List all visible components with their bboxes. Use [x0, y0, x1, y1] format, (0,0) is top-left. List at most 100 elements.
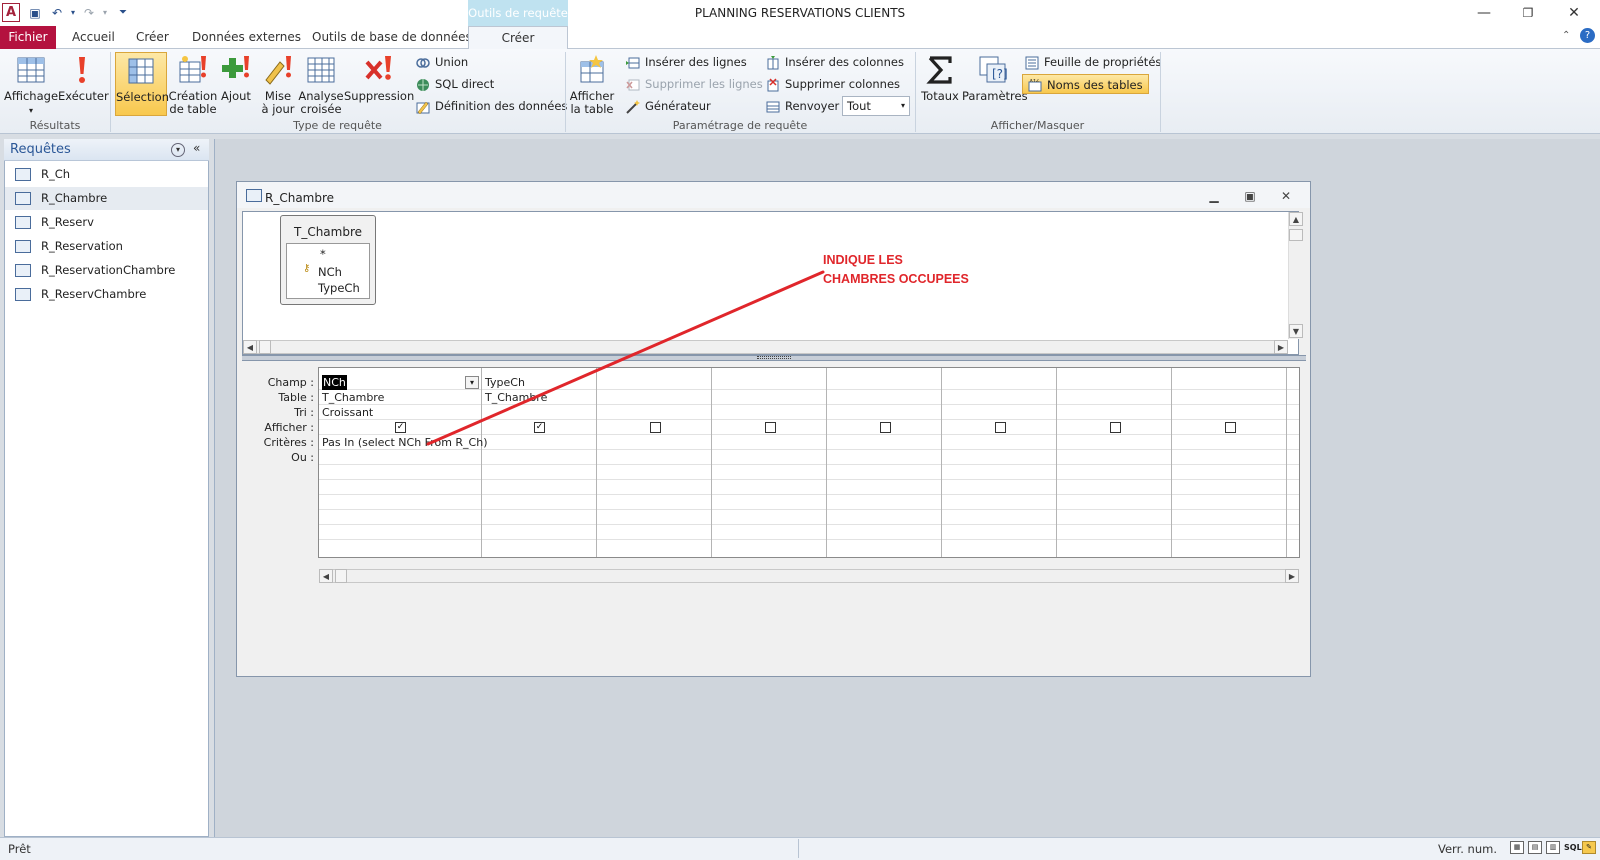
definition-donnees-button[interactable]: Définition des données [416, 96, 567, 116]
selection-button[interactable]: Sélection [115, 52, 169, 116]
renvoyer-control: Renvoyer : [766, 96, 847, 116]
insert-rows-icon [626, 57, 640, 68]
grid-checkbox-afficher-2[interactable]: ✓ [534, 422, 545, 433]
hscroll-thumb[interactable] [259, 340, 271, 354]
inserer-lignes-button[interactable]: Insérer des lignes [626, 52, 747, 72]
restore-button[interactable]: ❐ [1510, 2, 1546, 24]
redo-dropdown-icon[interactable]: ▾ [96, 4, 114, 22]
return-icon [766, 101, 780, 112]
pivotchart-view-status-icon[interactable]: ▥ [1546, 841, 1560, 854]
grid-checkbox-afficher-4[interactable] [765, 422, 776, 433]
nav-item-r-reservationchambre[interactable]: R_ReservationChambre [5, 259, 208, 282]
executer-button[interactable]: Exécuter [58, 52, 109, 116]
data-definition-icon [416, 101, 430, 114]
renvoyer-select[interactable]: Tout ▾ [842, 96, 910, 116]
query-restore-button[interactable]: ▣ [1238, 188, 1262, 204]
feuille-proprietes-button[interactable]: Feuille de propriétés [1025, 52, 1161, 72]
nav-item-r-reservation[interactable]: R_Reservation [5, 235, 208, 258]
pivottable-view-status-icon[interactable]: ▤ [1528, 841, 1542, 854]
field-all[interactable]: * [320, 247, 326, 261]
grid-checkbox-afficher-7[interactable] [1110, 422, 1121, 433]
grid-checkbox-afficher-8[interactable] [1225, 422, 1236, 433]
close-button[interactable]: ✕ [1556, 2, 1592, 24]
grid-cell-table-2[interactable]: T_Chambre [485, 390, 547, 405]
mise-a-jour-button[interactable]: Mise à jour [258, 52, 298, 116]
nav-title[interactable]: Requêtes [10, 142, 71, 157]
minimize-button[interactable]: — [1466, 2, 1502, 24]
sql-direct-button[interactable]: SQL direct [416, 74, 494, 94]
grid-scroll-left-icon[interactable]: ◀ [319, 569, 333, 583]
grid-cell-table-1[interactable]: T_Chambre [322, 390, 384, 405]
save-icon[interactable]: ▣ [26, 4, 44, 22]
grid-cell-criteres-1[interactable]: Pas In (select NCh From R_Ch) [322, 435, 488, 450]
tab-fichier[interactable]: Fichier [0, 26, 56, 49]
field-nch[interactable]: NCh [318, 265, 342, 279]
noms-tables-button[interactable]: XYZ Noms des tables [1022, 74, 1149, 94]
champ-dropdown-icon[interactable]: ▾ [465, 376, 479, 389]
ajout-button[interactable]: Ajout [218, 52, 254, 116]
group-separator [1160, 52, 1161, 132]
parametres-button[interactable]: [?] Paramètres [962, 52, 1028, 116]
splitter-grip-icon[interactable] [757, 356, 791, 359]
access-app-icon[interactable]: A [2, 3, 20, 22]
help-icon[interactable]: ? [1580, 28, 1595, 43]
nav-item-r-reservchambre[interactable]: R_ReservChambre [5, 283, 208, 306]
nav-item-label: R_ReservChambre [41, 287, 147, 301]
tab-creer[interactable]: Créer [128, 26, 177, 49]
scroll-left-icon[interactable]: ◀ [243, 340, 257, 354]
scroll-thumb[interactable] [1289, 229, 1303, 241]
field-typech[interactable]: TypeCh [318, 281, 360, 295]
totaux-button[interactable]: Totaux [918, 52, 962, 116]
customize-qat-icon[interactable]: ⏷ [114, 4, 132, 22]
grid-cell-champ-1[interactable]: NCh [322, 375, 347, 390]
grid-checkbox-afficher-6[interactable] [995, 422, 1006, 433]
analyse-croisee-button[interactable]: Analyse croisée [298, 52, 344, 116]
query-minimize-button[interactable]: ▁ [1202, 188, 1226, 204]
grid-cell-tri-1[interactable]: Croissant [322, 405, 373, 420]
query-close-button[interactable]: ✕ [1274, 188, 1298, 204]
tab-creer-contextual[interactable]: Créer [468, 26, 568, 50]
grid-checkbox-afficher-3[interactable] [650, 422, 661, 433]
query-icon [246, 189, 262, 202]
supprimer-lignes-button[interactable]: Supprimer les lignes [626, 74, 763, 94]
generateur-button[interactable]: Générateur [626, 96, 711, 116]
grid-scroll-right-icon[interactable]: ▶ [1285, 569, 1299, 583]
property-sheet-icon [1025, 56, 1039, 69]
grid-cell-champ-2[interactable]: TypeCh [485, 375, 525, 390]
union-button[interactable]: Union [416, 52, 468, 72]
scroll-up-icon[interactable]: ▲ [1289, 212, 1303, 226]
minimize-ribbon-icon[interactable]: ⌃ [1562, 30, 1570, 41]
design-view-status-icon[interactable]: ✎ [1582, 841, 1596, 854]
design-grid[interactable] [318, 367, 1300, 558]
datasheet-view-status-icon[interactable]: ▦ [1510, 841, 1524, 854]
sql-view-status-icon[interactable]: SQL [1564, 843, 1582, 852]
grid-row-line [319, 419, 1299, 420]
grid-hscroll[interactable] [319, 569, 1299, 583]
creation-table-button[interactable]: Création de table [168, 52, 218, 116]
afficher-table-button[interactable]: Afficher la table [568, 52, 616, 116]
nav-collapse-icon[interactable]: « [193, 141, 200, 155]
inserer-colonnes-button[interactable]: Insérer des colonnes [766, 52, 904, 72]
grid-col-line [481, 368, 482, 557]
grid-checkbox-afficher-5[interactable] [880, 422, 891, 433]
table-pane-hscroll[interactable] [243, 340, 1288, 354]
grid-checkbox-afficher-1[interactable]: ✓ [395, 422, 406, 433]
nav-item-r-chambre[interactable]: R_Chambre [5, 187, 208, 210]
renvoyer-dropdown-icon: ▾ [900, 101, 905, 110]
tab-accueil[interactable]: Accueil [64, 26, 123, 49]
scroll-down-icon[interactable]: ▼ [1289, 324, 1303, 338]
affichage-dropdown-icon: ▾ [28, 106, 33, 115]
nav-item-r-reserv[interactable]: R_Reserv [5, 211, 208, 234]
grid-hscroll-thumb[interactable] [335, 569, 347, 583]
affichage-button[interactable]: Affichage ▾ [4, 52, 58, 116]
analyse-croisee-label-2: croisée [300, 102, 342, 116]
nav-item-r-ch[interactable]: R_Ch [5, 163, 208, 186]
nav-filter-dropdown-icon[interactable]: ▾ [171, 143, 185, 157]
suppression-button[interactable]: Suppression [344, 52, 414, 116]
grid-row-line [319, 389, 1299, 390]
tab-outils-base-donnees[interactable]: Outils de base de données [304, 26, 480, 49]
scroll-right-icon[interactable]: ▶ [1274, 340, 1288, 354]
tab-donnees-externes[interactable]: Données externes [184, 26, 309, 49]
query-window-titlebar[interactable] [237, 182, 1310, 208]
supprimer-colonnes-button[interactable]: Supprimer colonnes [766, 74, 900, 94]
